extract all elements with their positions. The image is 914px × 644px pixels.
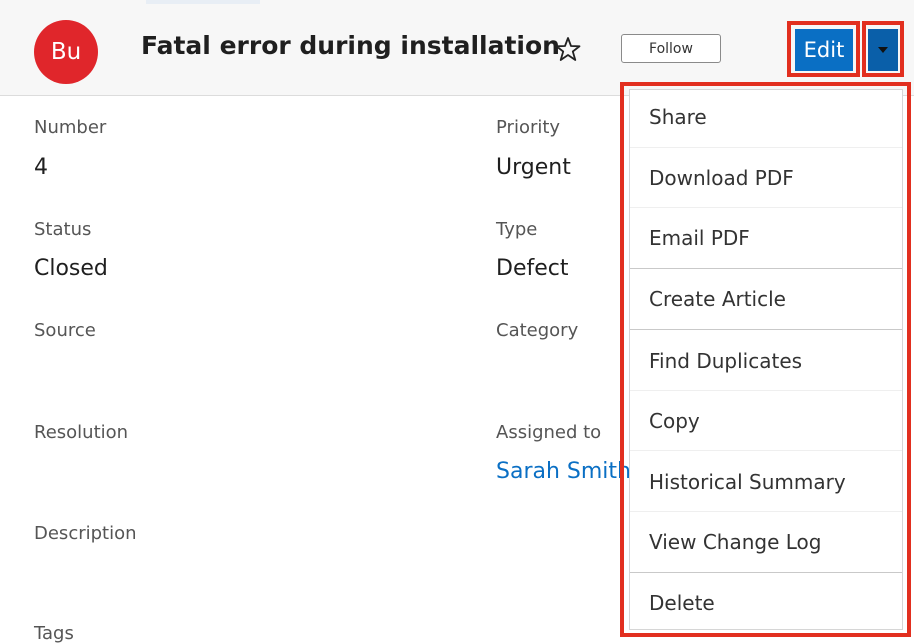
- field-value-number: 4: [34, 155, 48, 180]
- field-label-status: Status: [34, 219, 92, 240]
- menu-item-email-pdf[interactable]: Email PDF: [630, 208, 902, 268]
- menu-item-create-article[interactable]: Create Article: [630, 269, 902, 329]
- menu-item-delete[interactable]: Delete: [630, 573, 902, 629]
- top-tab-accent: [146, 0, 260, 4]
- assigned-user-link[interactable]: Sarah Smith: [496, 459, 631, 484]
- menu-item-download-pdf[interactable]: Download PDF: [630, 148, 902, 208]
- field-label-resolution: Resolution: [34, 422, 129, 443]
- menu-item-historical-summary[interactable]: Historical Summary: [630, 452, 902, 512]
- field-value-type: Defect: [496, 256, 569, 281]
- actions-menu: Share Download PDF Email PDF Create Arti…: [629, 89, 903, 630]
- menu-item-view-change-log[interactable]: View Change Log: [630, 512, 902, 572]
- menu-item-copy[interactable]: Copy: [630, 391, 902, 451]
- actions-dropdown-button[interactable]: [868, 29, 898, 71]
- field-label-type: Type: [496, 219, 538, 240]
- field-value-status: Closed: [34, 256, 108, 281]
- field-label-number: Number: [34, 117, 107, 138]
- star-outline-icon[interactable]: [555, 36, 581, 62]
- field-label-priority: Priority: [496, 117, 561, 138]
- field-label-source: Source: [34, 320, 96, 341]
- field-label-description: Description: [34, 523, 137, 544]
- menu-divider: [630, 450, 902, 451]
- menu-divider: [630, 329, 902, 330]
- menu-item-share[interactable]: Share: [630, 90, 902, 147]
- record-title: Fatal error during installation: [141, 31, 560, 60]
- avatar-initials: Bu: [50, 39, 82, 65]
- avatar: Bu: [34, 20, 98, 84]
- edit-button[interactable]: Edit: [795, 29, 853, 71]
- field-label-category: Category: [496, 320, 579, 341]
- menu-item-find-duplicates[interactable]: Find Duplicates: [630, 331, 902, 391]
- caret-down-icon: [878, 47, 888, 53]
- follow-button[interactable]: Follow: [621, 34, 721, 63]
- field-value-priority: Urgent: [496, 155, 571, 180]
- field-label-assigned-to: Assigned to: [496, 422, 602, 443]
